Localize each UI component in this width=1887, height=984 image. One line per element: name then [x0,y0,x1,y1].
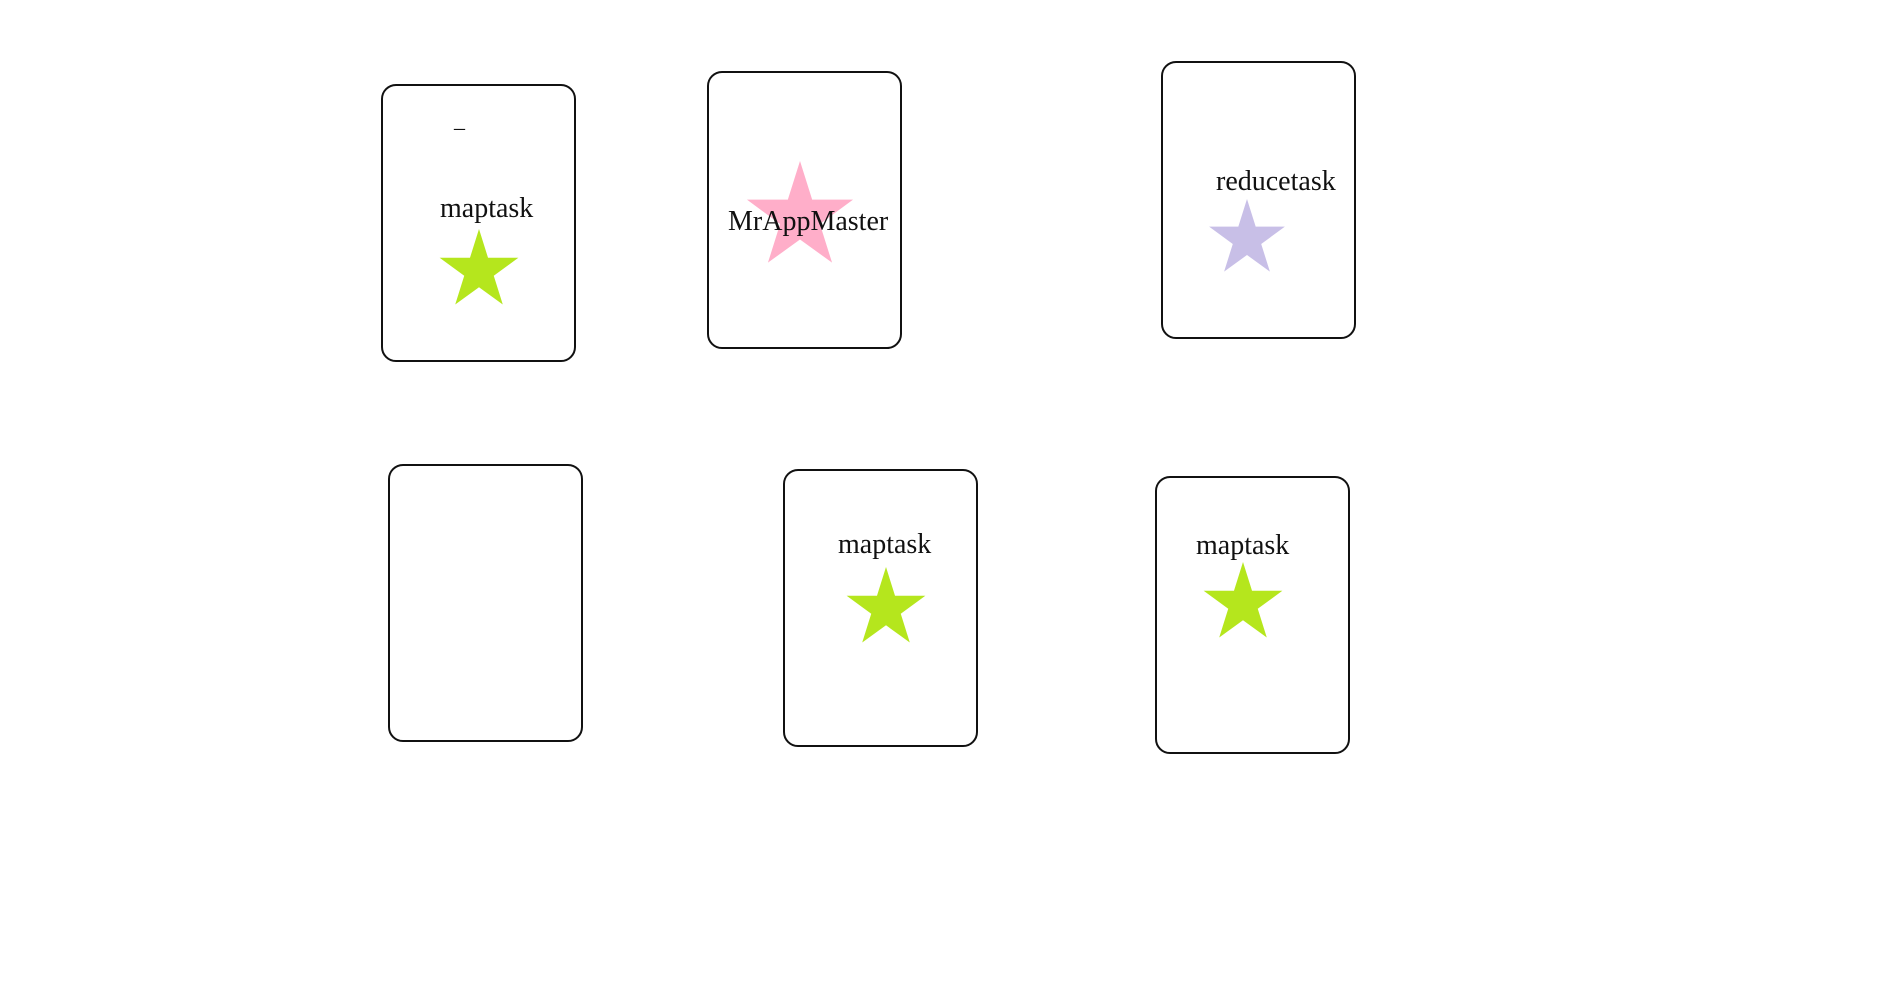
lavender-star-icon [1209,199,1285,272]
container-node-5: maptask [783,469,978,747]
green-star-icon [439,229,519,305]
container-node-1: _ maptask [381,84,576,362]
maptask-label: maptask [440,193,534,224]
container-node-3: reducetask [1161,61,1356,339]
container-node-4-empty [388,464,583,742]
container-node-2: MrAppMaster [707,71,902,349]
reducetask-label: reducetask [1216,166,1336,197]
green-star-icon [846,567,926,643]
mrappmaster-label: MrAppMaster [728,206,889,237]
green-star-icon [1203,562,1283,638]
dash-mark: _ [454,107,465,132]
container-node-6: maptask [1155,476,1350,754]
maptask-label: maptask [838,529,932,560]
maptask-label: maptask [1196,530,1290,561]
